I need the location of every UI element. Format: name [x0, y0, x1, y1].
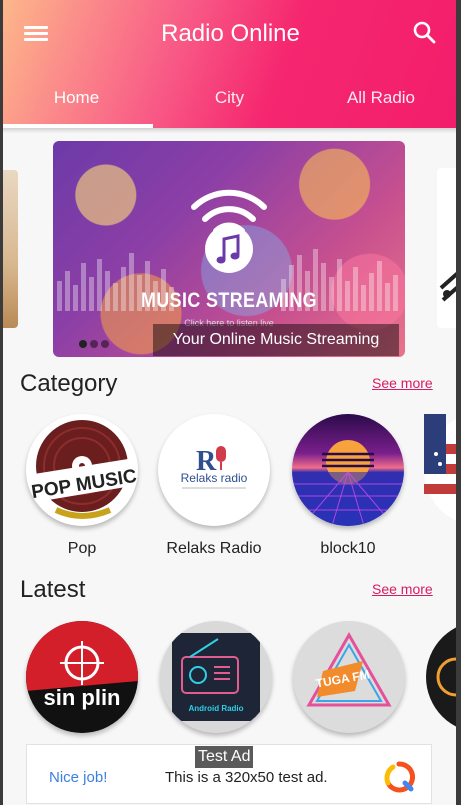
carousel-next-slide[interactable]: [437, 168, 461, 328]
tab-home[interactable]: Home: [0, 78, 153, 128]
carousel-dot[interactable]: [101, 340, 109, 348]
app-screen: Radio Online Home City All Radio MUSIC S…: [0, 0, 461, 805]
carousel-slide[interactable]: MUSIC STREAMING Click here to listen liv…: [53, 141, 405, 357]
latest-see-more-link[interactable]: See more: [372, 581, 433, 597]
test-ad-label: Test Ad: [195, 746, 254, 768]
tuga-fm-artwork: TUGA FM: [293, 621, 405, 733]
banner-caption: Your Online Music Streaming: [153, 324, 399, 356]
tab-all-radio[interactable]: All Radio: [306, 78, 456, 128]
ad-body-text: This is a 320x50 test ad.: [165, 769, 328, 786]
latest-item-peek[interactable]: [426, 621, 461, 733]
ad-nice-job-text: Nice job!: [49, 769, 108, 786]
latest-item-android-radio[interactable]: Android Radio: [151, 621, 281, 733]
tab-indicator: [0, 124, 153, 128]
broadcast-icon: [191, 189, 267, 273]
relaks-radio-artwork: R Relaks radio: [158, 414, 270, 526]
latest-section-title: Latest: [20, 576, 86, 603]
category-item-block10[interactable]: block10: [283, 414, 413, 558]
carousel-indicators: [79, 335, 112, 353]
category-item-label: block10: [320, 540, 376, 557]
carousel-dot[interactable]: [79, 340, 87, 348]
carousel-prev-slide[interactable]: [0, 170, 18, 328]
android-radio-artwork: Android Radio: [160, 621, 272, 733]
latest-item-tuga-fm[interactable]: TUGA FM: [284, 621, 414, 733]
pop-music-artwork: POP MUSIC: [26, 414, 138, 526]
category-list: POP MUSIC Pop R Relaks radio Relaks Radi…: [0, 414, 461, 564]
block10-artwork: [292, 414, 404, 526]
tab-bar: Home City All Radio: [0, 78, 461, 128]
banner-title: MUSIC STREAMING: [141, 289, 317, 312]
tab-city[interactable]: City: [153, 78, 306, 128]
category-item-relaks-radio[interactable]: R Relaks radio Relaks Radio: [149, 414, 279, 558]
android-radio-art-text: Android Radio: [188, 704, 243, 713]
banner-carousel[interactable]: MUSIC STREAMING Click here to listen liv…: [0, 140, 461, 358]
category-item-peek[interactable]: [424, 414, 461, 526]
latest-item-sin-plin[interactable]: sin plin: [17, 621, 147, 733]
category-item-label: Pop: [67, 540, 97, 557]
relaks-art-text: Relaks radio: [181, 471, 248, 485]
category-section-title: Category: [20, 370, 118, 397]
carousel-dot[interactable]: [90, 340, 98, 348]
category-item-label: Relaks Radio: [166, 540, 262, 557]
ad-logo-icon: [384, 761, 415, 793]
category-item-pop[interactable]: POP MUSIC Pop: [17, 414, 147, 558]
app-title: Radio Online: [161, 20, 300, 47]
sin-plin-art-text: sin plin: [44, 685, 121, 710]
sin-plin-artwork: sin plin: [26, 621, 138, 733]
search-icon[interactable]: [410, 18, 440, 48]
app-bar: Radio Online Home City All Radio: [0, 0, 461, 128]
category-see-more-link[interactable]: See more: [372, 375, 433, 391]
